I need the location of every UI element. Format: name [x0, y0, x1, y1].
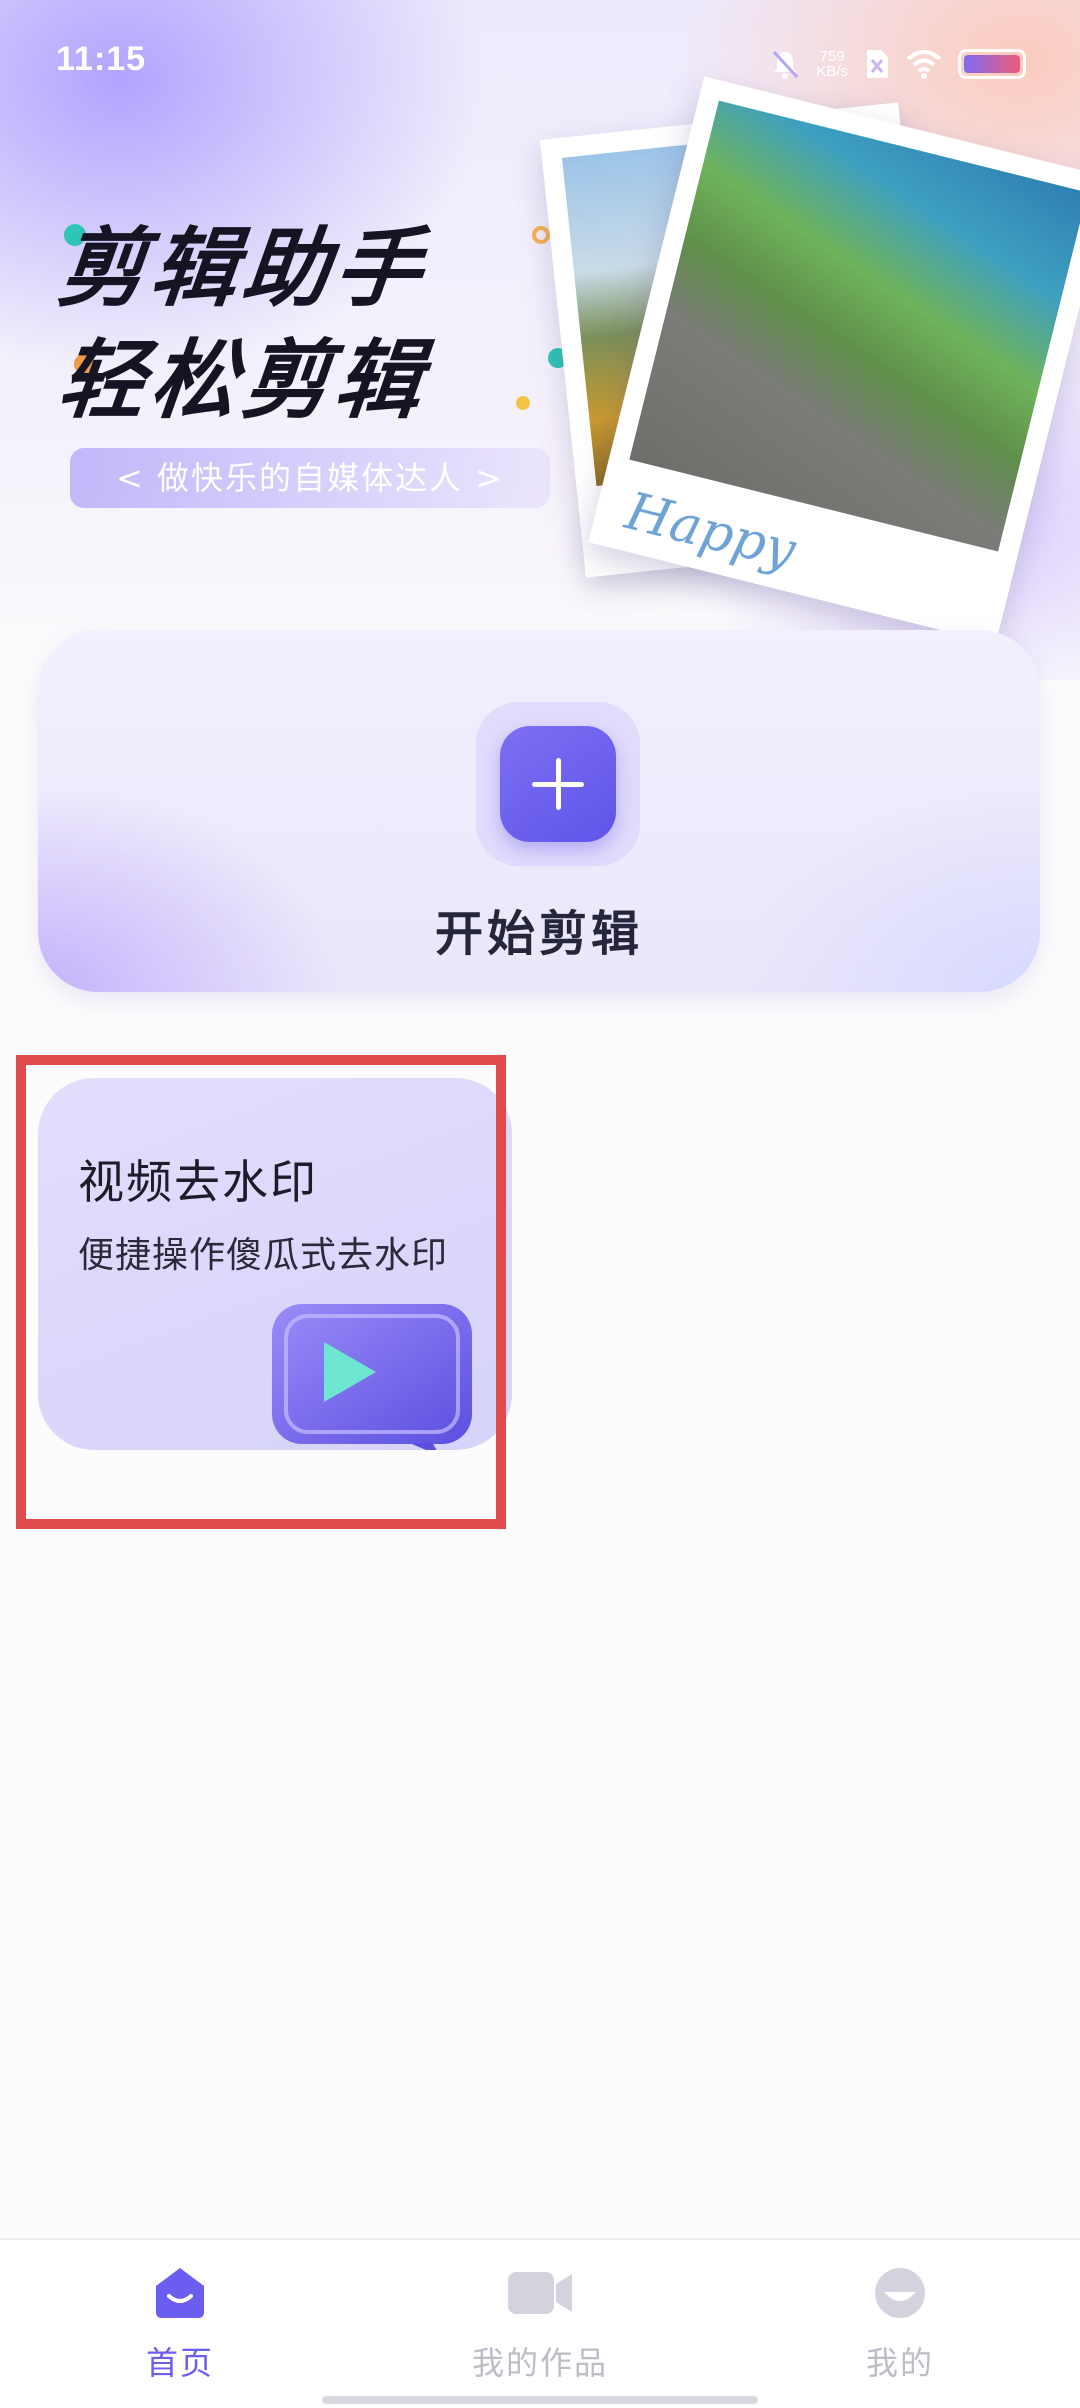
nav-item-mine[interactable]: 我的	[790, 2266, 1010, 2384]
nav-label-mine: 我的	[865, 2344, 934, 2382]
plus-icon[interactable]	[500, 726, 616, 842]
photo-scene	[629, 100, 1080, 552]
banner-slogan: < 做快乐的自媒体达人 >	[70, 448, 550, 508]
profile-icon	[875, 2268, 925, 2318]
status-icons: 759 KB/s	[770, 44, 1026, 84]
mute-icon	[773, 50, 799, 79]
net-speed-value: 759	[819, 48, 845, 65]
net-speed: 759 KB/s	[816, 49, 848, 79]
banner-title-line2: 轻松剪辑	[53, 330, 433, 431]
nav-item-home[interactable]: 首页	[70, 2266, 290, 2384]
no-sim-icon	[867, 50, 888, 78]
battery-icon	[958, 49, 1026, 79]
nav-label-my-works: 我的作品	[471, 2344, 608, 2382]
video-camera-icon	[508, 2272, 572, 2314]
battery-level	[964, 55, 1020, 73]
home-icon	[156, 2268, 204, 2318]
start-editing-card[interactable]: 开始剪辑	[38, 630, 1040, 992]
nav-label-home: 首页	[145, 2344, 214, 2382]
highlight-box	[16, 1055, 506, 1529]
wifi-icon	[906, 50, 942, 79]
bottom-navigation: 首页 我的作品 我的	[0, 2238, 1080, 2408]
home-indicator[interactable]	[322, 2396, 758, 2404]
nav-item-my-works[interactable]: 我的作品	[430, 2266, 650, 2384]
status-time: 11:15	[56, 40, 147, 78]
status-bar: 11:15 759 KB/s	[0, 0, 1080, 110]
net-speed-unit: KB/s	[816, 63, 848, 80]
banner-title-line1: 剪辑助手	[53, 218, 433, 319]
start-editing-label: 开始剪辑	[434, 906, 643, 962]
